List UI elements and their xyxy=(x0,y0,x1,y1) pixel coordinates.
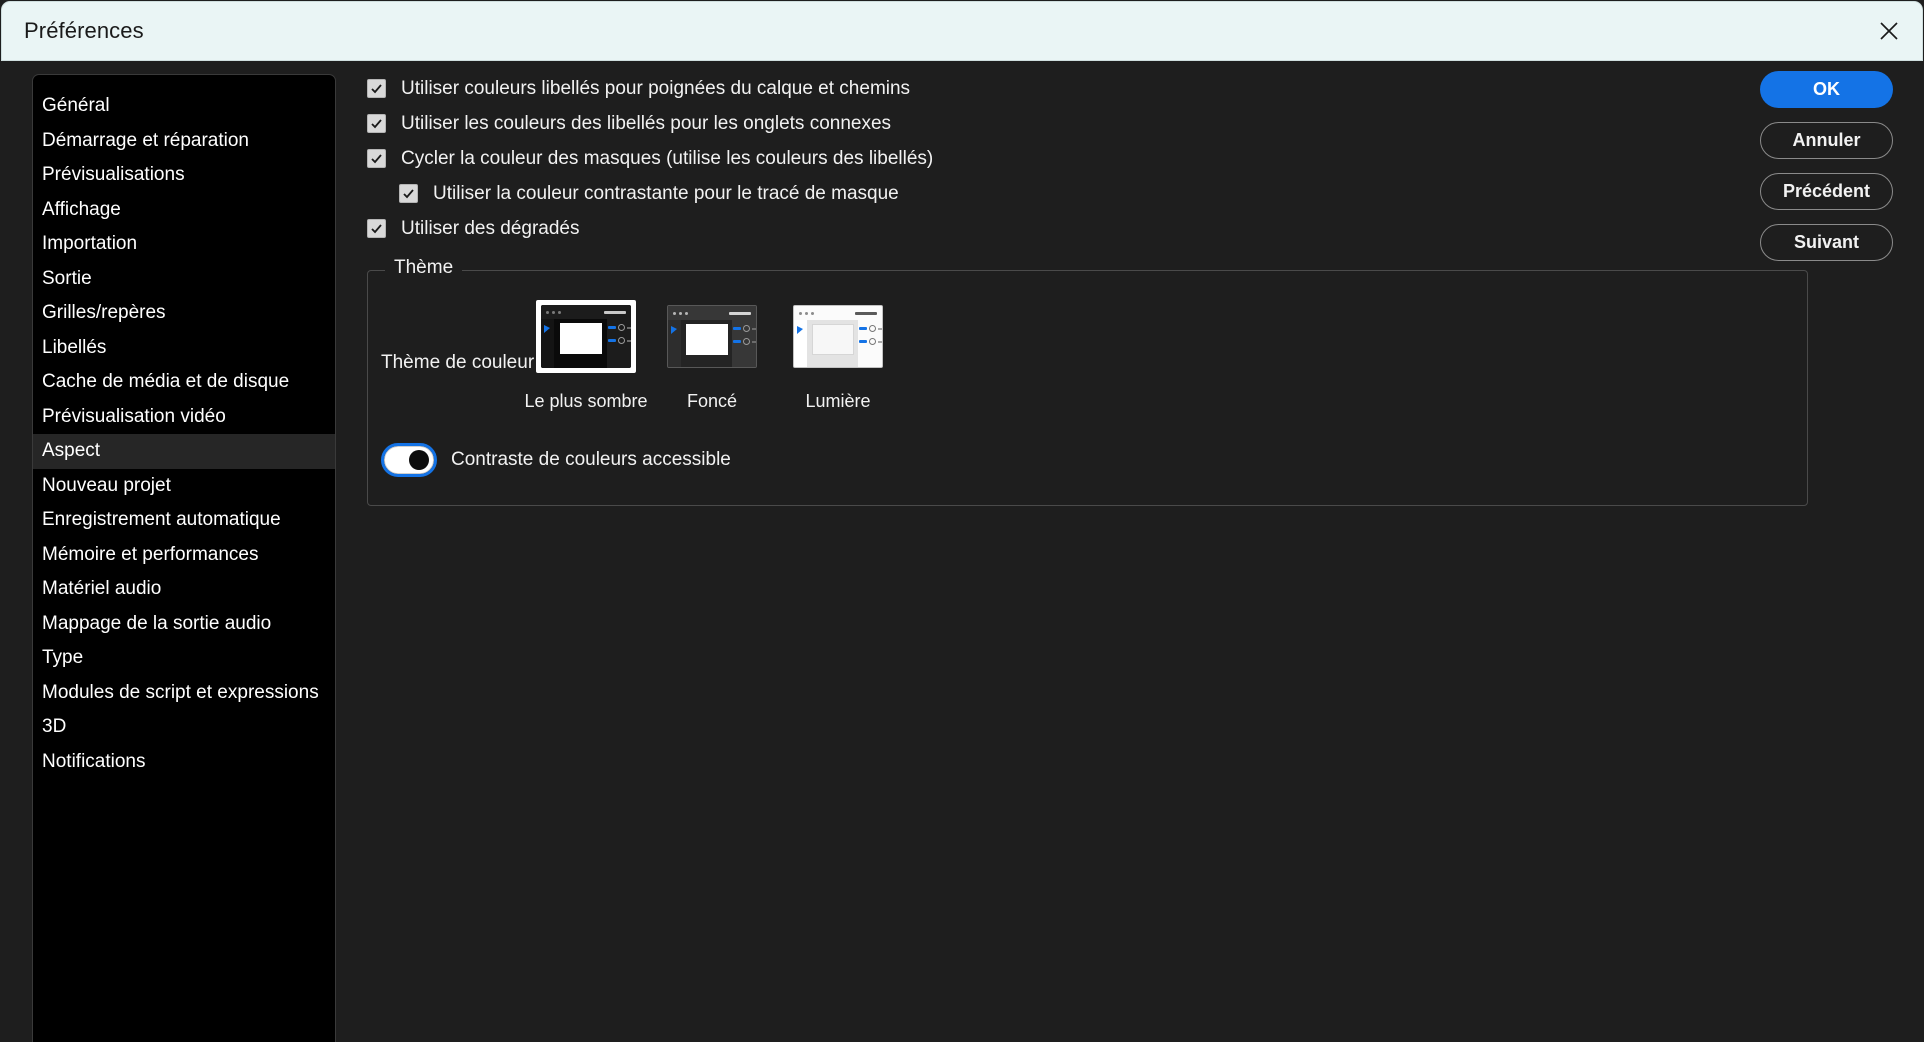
checkbox-input[interactable] xyxy=(367,114,386,133)
theme-thumbnail[interactable] xyxy=(536,300,636,373)
theme-group-legend: Thème xyxy=(385,257,463,279)
theme-preview-icon xyxy=(793,305,883,368)
close-icon[interactable] xyxy=(1856,2,1922,60)
theme-thumbnail[interactable] xyxy=(662,300,762,373)
toggle-knob xyxy=(409,450,429,470)
sidebar-item[interactable]: Importation xyxy=(33,227,335,262)
sidebar-item-label: Général xyxy=(42,95,110,117)
theme-preview-icon xyxy=(667,305,757,368)
sidebar-item[interactable]: Enregistrement automatique xyxy=(33,503,335,538)
sidebar-item[interactable]: Aspect xyxy=(33,434,335,469)
window-titlebar: Préférences xyxy=(1,1,1923,61)
checkbox-label: Utiliser la couleur contrastante pour le… xyxy=(433,182,899,204)
theme-option[interactable]: Lumière xyxy=(788,300,888,412)
theme-preview-icon xyxy=(541,305,631,368)
sidebar-item-label: Grilles/repères xyxy=(42,302,166,324)
sidebar-item[interactable]: Type xyxy=(33,641,335,676)
sidebar-item[interactable]: Affichage xyxy=(33,193,335,228)
checkbox-label: Utiliser les couleurs des libellés pour … xyxy=(401,112,892,134)
sidebar-item[interactable]: Nouveau projet xyxy=(33,469,335,504)
sidebar-item[interactable]: Mappage de la sortie audio xyxy=(33,607,335,642)
sidebar-item[interactable]: Général xyxy=(33,89,335,124)
checkbox-input[interactable] xyxy=(367,219,386,238)
accessible-contrast-toggle[interactable] xyxy=(381,443,437,477)
sidebar-item-label: Mappage de la sortie audio xyxy=(42,612,272,634)
dialog-button[interactable]: Annuler xyxy=(1760,122,1893,159)
sidebar-item-label: Type xyxy=(42,647,84,669)
checkbox-row[interactable]: Utiliser les couleurs des libellés pour … xyxy=(367,106,1924,141)
sidebar-item[interactable]: Prévisualisation vidéo xyxy=(33,400,335,435)
sidebar-item[interactable]: Prévisualisations xyxy=(33,158,335,193)
color-theme-label: Thème de couleur xyxy=(381,352,535,373)
sidebar-item-label: Prévisualisation vidéo xyxy=(42,405,226,427)
sidebar-item-label: Affichage xyxy=(42,198,121,220)
sidebar-item[interactable]: Démarrage et réparation xyxy=(33,124,335,159)
sidebar-item[interactable]: Libellés xyxy=(33,331,335,366)
theme-option-label: Le plus sombre xyxy=(524,391,648,411)
sidebar-item-label: Démarrage et réparation xyxy=(42,129,249,151)
checkbox-list: Utiliser couleurs libellés pour poignées… xyxy=(367,71,1924,246)
sidebar-item-label: 3D xyxy=(42,716,67,738)
dialog-button[interactable]: Suivant xyxy=(1760,224,1893,261)
theme-option[interactable]: Le plus sombre xyxy=(524,300,648,412)
sidebar-item-label: Modules de script et expressions xyxy=(42,681,319,703)
preferences-content-panel: Utiliser couleurs libellés pour poignées… xyxy=(336,61,1924,1042)
sidebar-item-label: Mémoire et performances xyxy=(42,543,259,565)
checkbox-input[interactable] xyxy=(367,149,386,168)
theme-option[interactable]: Foncé xyxy=(662,300,762,412)
sidebar-item-label: Notifications xyxy=(42,750,146,772)
sidebar-item[interactable]: Cache de média et de disque xyxy=(33,365,335,400)
sidebar-item[interactable]: Matériel audio xyxy=(33,572,335,607)
preferences-category-list[interactable]: Général Démarrage et réparation Prévisuali… xyxy=(32,74,336,1042)
sidebar-item-label: Enregistrement automatique xyxy=(42,509,281,531)
sidebar-item[interactable]: 3D xyxy=(33,710,335,745)
sidebar-item[interactable]: Mémoire et performances xyxy=(33,538,335,573)
accessible-contrast-label: Contraste de couleurs accessible xyxy=(451,449,731,470)
checkbox-label: Utiliser couleurs libellés pour poignées… xyxy=(401,77,911,99)
sidebar-item-label: Aspect xyxy=(42,440,101,462)
checkbox-row[interactable]: Cycler la couleur des masques (utilise l… xyxy=(367,141,1924,176)
checkbox-input[interactable] xyxy=(399,184,418,203)
checkbox-input[interactable] xyxy=(367,79,386,98)
window-title: Préférences xyxy=(24,18,144,43)
sidebar-item-label: Importation xyxy=(42,233,138,255)
color-theme-row: Thème de couleur Le plus sombre Foncé Lumi… xyxy=(368,271,1807,412)
checkbox-label: Cycler la couleur des masques (utilise l… xyxy=(401,147,934,169)
sidebar-item-label: Nouveau projet xyxy=(42,474,171,496)
dialog-button-column: OK Annuler Précédent Suivant xyxy=(1760,71,1893,261)
dialog-body: Général Démarrage et réparation Prévisuali… xyxy=(0,61,1924,1042)
theme-option-label: Lumière xyxy=(805,391,871,411)
sidebar-item[interactable]: Grilles/repères xyxy=(33,296,335,331)
sidebar-item-label: Matériel audio xyxy=(42,578,162,600)
theme-thumbnail-group: Le plus sombre Foncé Lumière xyxy=(524,300,888,412)
dialog-button[interactable]: Précédent xyxy=(1760,173,1893,210)
sidebar-item[interactable]: Sortie xyxy=(33,262,335,297)
sidebar-item[interactable]: Modules de script et expressions xyxy=(33,676,335,711)
sidebar-item[interactable]: Notifications xyxy=(33,745,335,780)
theme-group: Thème Thème de couleur Le plus sombre Fon… xyxy=(367,257,1808,506)
checkbox-label: Utiliser des dégradés xyxy=(401,217,580,239)
preferences-window: Préférences Général Démarrage et réparati… xyxy=(0,0,1924,1042)
checkbox-row[interactable]: Utiliser couleurs libellés pour poignées… xyxy=(367,71,1924,106)
theme-thumbnail[interactable] xyxy=(788,300,888,373)
checkbox-row[interactable]: Utiliser des dégradés xyxy=(367,211,1924,246)
accessible-contrast-row: Contraste de couleurs accessible xyxy=(368,443,1807,477)
sidebar-item-label: Sortie xyxy=(42,267,92,289)
theme-option-label: Foncé xyxy=(686,391,738,411)
checkbox-row[interactable]: Utiliser la couleur contrastante pour le… xyxy=(367,176,1924,211)
sidebar-item-label: Libellés xyxy=(42,336,107,358)
sidebar-item-label: Prévisualisations xyxy=(42,164,185,186)
dialog-button[interactable]: OK xyxy=(1760,71,1893,108)
sidebar-item-label: Cache de média et de disque xyxy=(42,371,290,393)
